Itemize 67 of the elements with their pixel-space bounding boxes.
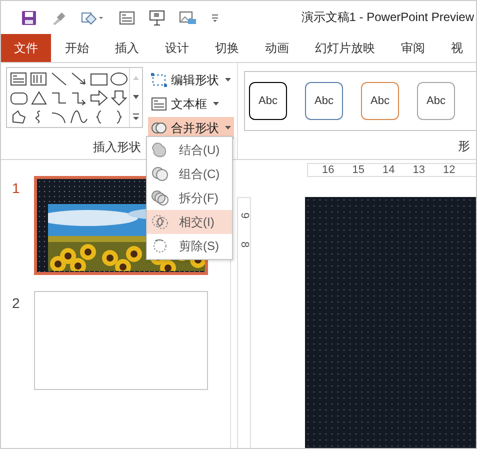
edit-shape-button[interactable]: 编辑形状 bbox=[148, 69, 234, 91]
slide-number: 2 bbox=[11, 294, 21, 311]
circles-icon bbox=[151, 121, 167, 135]
brush-icon[interactable] bbox=[51, 10, 67, 26]
ribbon-tab[interactable]: 视 bbox=[438, 34, 476, 62]
picture-icon[interactable] bbox=[179, 10, 197, 26]
freeform-shape-icon[interactable] bbox=[10, 109, 28, 125]
rarrow-shape-icon[interactable] bbox=[90, 90, 108, 106]
menu-item[interactable]: 剪除(S) bbox=[147, 234, 232, 258]
group-label: 形 bbox=[458, 138, 470, 155]
ruler-number: 12 bbox=[443, 164, 456, 176]
ribbon-tab[interactable]: 切换 bbox=[202, 34, 252, 62]
menu-item[interactable]: 结合(U) bbox=[147, 138, 232, 162]
save-icon[interactable] bbox=[21, 10, 37, 26]
file-tab[interactable]: 文件 bbox=[1, 34, 51, 62]
ribbon-tab[interactable]: 插入 bbox=[102, 34, 152, 62]
wave-shape-icon[interactable] bbox=[70, 109, 88, 125]
shape-style-option[interactable]: Abc bbox=[417, 82, 455, 120]
subtract-icon bbox=[151, 238, 169, 254]
darrow-shape-icon[interactable] bbox=[110, 90, 128, 106]
menu-item[interactable]: 相交(I) bbox=[147, 210, 232, 234]
ruler-number: 9 bbox=[238, 212, 250, 219]
ruler-number: 13 bbox=[412, 164, 425, 176]
customize-icon[interactable] bbox=[211, 12, 219, 22]
ruler-number: 16 bbox=[322, 164, 334, 176]
window-title: 演示文稿1 - PowerPoint Preview bbox=[301, 9, 474, 26]
expand-icon[interactable] bbox=[132, 112, 140, 120]
textbox-button[interactable]: 文本框 bbox=[148, 93, 234, 115]
ribbon-tab[interactable]: 开始 bbox=[52, 34, 102, 62]
fragment-icon bbox=[151, 190, 169, 206]
elbow-shape-icon[interactable] bbox=[50, 90, 68, 106]
caret-icon bbox=[225, 126, 231, 130]
line-shape-icon[interactable] bbox=[50, 71, 68, 87]
rect-shape-icon[interactable] bbox=[90, 71, 108, 87]
combine-icon bbox=[151, 166, 169, 182]
shape-style-option[interactable]: Abc bbox=[305, 82, 343, 120]
caret-icon bbox=[225, 78, 231, 82]
oval-shape-icon[interactable] bbox=[110, 71, 128, 87]
shapes-icon[interactable] bbox=[81, 10, 105, 26]
group-label: 插入形状 bbox=[93, 139, 141, 156]
union-icon bbox=[151, 142, 169, 158]
elbowarrow-shape-icon[interactable] bbox=[70, 90, 88, 106]
menu-item[interactable]: 组合(C) bbox=[147, 162, 232, 186]
ribbon-tab[interactable]: 动画 bbox=[252, 34, 302, 62]
arrow-shape-icon[interactable] bbox=[70, 71, 88, 87]
ruler-number: 14 bbox=[382, 164, 395, 176]
scroll-down-icon[interactable] bbox=[132, 94, 140, 100]
intersect-icon bbox=[151, 214, 169, 230]
textbox-shape-icon[interactable] bbox=[10, 71, 28, 87]
textbox-icon bbox=[151, 97, 167, 111]
shape-style-option[interactable]: Abc bbox=[249, 82, 287, 120]
rrect-shape-icon[interactable] bbox=[10, 90, 28, 106]
slide-thumbnail[interactable] bbox=[34, 291, 208, 390]
shape-style-option[interactable]: Abc bbox=[361, 82, 399, 120]
ribbon-tab[interactable]: 审阅 bbox=[388, 34, 438, 62]
textbox-icon[interactable] bbox=[119, 10, 135, 24]
ribbon-tab[interactable]: 幻灯片放映 bbox=[302, 34, 388, 62]
edit-points-icon bbox=[151, 73, 167, 87]
vtext-shape-icon[interactable] bbox=[30, 71, 48, 87]
presentation-icon[interactable] bbox=[149, 10, 165, 26]
slide-number: 1 bbox=[11, 179, 21, 196]
ruler-number: 15 bbox=[352, 164, 364, 176]
ribbon-tab[interactable]: 设计 bbox=[152, 34, 202, 62]
ruler-number: 8 bbox=[238, 241, 250, 248]
caret-icon bbox=[213, 102, 219, 106]
menu-item[interactable]: 拆分(F) bbox=[147, 186, 232, 210]
tri-shape-icon[interactable] bbox=[30, 90, 48, 106]
